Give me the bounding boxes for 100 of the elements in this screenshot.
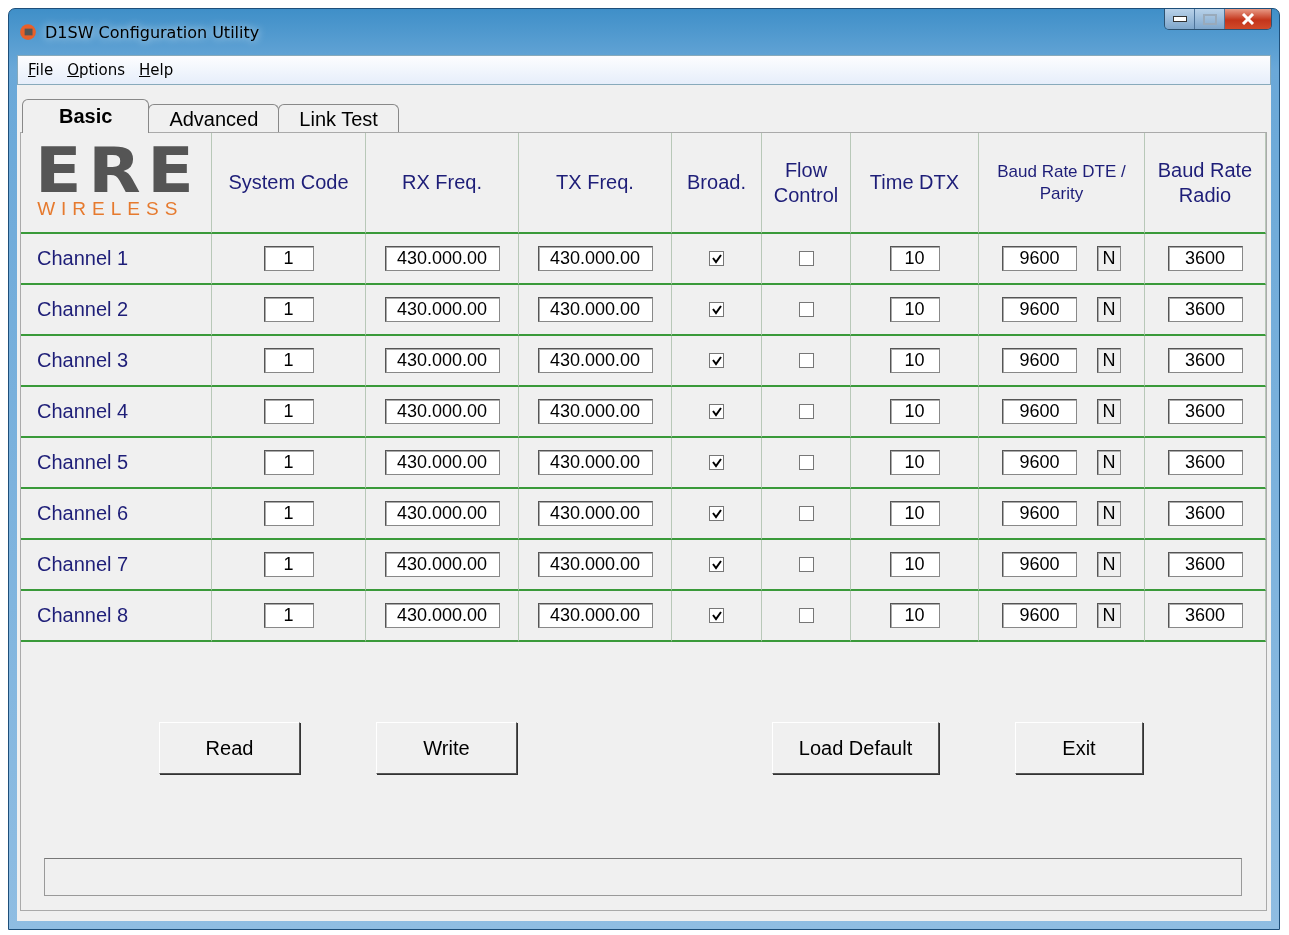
- input-field[interactable]: 9600: [1002, 246, 1077, 271]
- input-field[interactable]: 3600: [1167, 399, 1243, 424]
- parity-field[interactable]: N: [1097, 552, 1121, 577]
- action-button[interactable]: Load Default: [772, 722, 939, 774]
- checkbox[interactable]: [798, 455, 814, 470]
- channel-label: Channel 4: [37, 400, 129, 423]
- input-field[interactable]: 430.000.00: [537, 348, 653, 373]
- menu-item[interactable]: Options: [67, 61, 125, 79]
- checkbox[interactable]: [798, 251, 814, 266]
- input-field[interactable]: 3600: [1167, 552, 1243, 577]
- checkbox[interactable]: [709, 251, 724, 266]
- input-field[interactable]: 9600: [1002, 501, 1077, 526]
- input-field[interactable]: 3600: [1167, 348, 1243, 373]
- input-field[interactable]: 10: [889, 297, 940, 322]
- column-header: Broad.: [686, 170, 747, 195]
- checkbox[interactable]: [798, 302, 814, 317]
- input-field[interactable]: 430.000.00: [384, 399, 500, 424]
- column-header: TX Freq.: [555, 170, 635, 195]
- input-field[interactable]: 1: [263, 501, 314, 526]
- input-field[interactable]: 430.000.00: [537, 399, 653, 424]
- channel-label: Channel 5: [37, 451, 129, 474]
- checkbox[interactable]: [798, 404, 814, 419]
- input-field[interactable]: 430.000.00: [537, 450, 653, 475]
- input-field[interactable]: 430.000.00: [384, 246, 500, 271]
- input-field[interactable]: 430.000.00: [384, 552, 500, 577]
- channel-label: Channel 2: [37, 298, 129, 321]
- input-field[interactable]: 1: [263, 603, 314, 628]
- input-field[interactable]: 3600: [1167, 297, 1243, 322]
- column-header: Flow Control: [772, 157, 840, 208]
- input-field[interactable]: 3600: [1167, 246, 1243, 271]
- tab[interactable]: Link Test: [278, 104, 399, 133]
- channel-label: Channel 8: [37, 604, 129, 627]
- close-button[interactable]: [1225, 9, 1271, 29]
- column-header: System Code: [227, 170, 350, 195]
- input-field[interactable]: 3600: [1167, 450, 1243, 475]
- input-field[interactable]: 9600: [1002, 552, 1077, 577]
- close-icon: [1241, 13, 1255, 25]
- action-button[interactable]: Read: [159, 722, 300, 774]
- menu-item[interactable]: File: [28, 61, 54, 79]
- input-field[interactable]: 10: [889, 246, 940, 271]
- input-field[interactable]: 430.000.00: [537, 603, 653, 628]
- input-field[interactable]: 430.000.00: [537, 246, 653, 271]
- input-field[interactable]: 9600: [1002, 399, 1077, 424]
- checkbox[interactable]: [798, 557, 814, 572]
- input-field[interactable]: 1: [263, 348, 314, 373]
- input-field[interactable]: 3600: [1167, 603, 1243, 628]
- input-field[interactable]: 10: [889, 552, 940, 577]
- checkbox[interactable]: [709, 353, 724, 368]
- checkbox[interactable]: [709, 557, 724, 572]
- window-title: D1SW Configuration Utility: [45, 22, 260, 42]
- action-button[interactable]: Exit: [1015, 722, 1143, 774]
- column-header: Baud Rate DTE / Parity: [996, 161, 1127, 204]
- parity-field[interactable]: N: [1097, 399, 1121, 424]
- parity-field[interactable]: N: [1097, 246, 1121, 271]
- parity-field[interactable]: N: [1097, 603, 1121, 628]
- input-field[interactable]: 10: [889, 501, 940, 526]
- input-field[interactable]: 430.000.00: [384, 603, 500, 628]
- input-field[interactable]: 430.000.00: [384, 297, 500, 322]
- input-field[interactable]: 1: [263, 297, 314, 322]
- input-field[interactable]: 9600: [1002, 297, 1077, 322]
- input-field[interactable]: 430.000.00: [384, 348, 500, 373]
- checkbox[interactable]: [709, 404, 724, 419]
- input-field[interactable]: 430.000.00: [537, 501, 653, 526]
- input-field[interactable]: 1: [263, 450, 314, 475]
- input-field[interactable]: 430.000.00: [384, 450, 500, 475]
- input-field[interactable]: 430.000.00: [537, 552, 653, 577]
- channel-label: Channel 3: [37, 349, 129, 372]
- parity-field[interactable]: N: [1097, 450, 1121, 475]
- checkbox[interactable]: [798, 608, 814, 623]
- app-icon: [19, 23, 37, 41]
- column-header: Baud Rate Radio: [1156, 157, 1254, 208]
- channel-label: Channel 7: [37, 553, 129, 576]
- input-field[interactable]: 1: [263, 552, 314, 577]
- action-button[interactable]: Write: [376, 722, 517, 774]
- parity-field[interactable]: N: [1097, 501, 1121, 526]
- checkbox[interactable]: [709, 455, 724, 470]
- input-field[interactable]: 10: [889, 399, 940, 424]
- minimize-button[interactable]: [1165, 9, 1195, 29]
- channel-label: Channel 1: [37, 247, 129, 270]
- input-field[interactable]: 430.000.00: [384, 501, 500, 526]
- parity-field[interactable]: N: [1097, 297, 1121, 322]
- tab[interactable]: Basic: [22, 99, 150, 133]
- input-field[interactable]: 9600: [1002, 603, 1077, 628]
- input-field[interactable]: 10: [889, 348, 940, 373]
- menu-item[interactable]: Help: [139, 61, 174, 79]
- input-field[interactable]: 1: [263, 399, 314, 424]
- column-header: RX Freq.: [401, 170, 483, 195]
- checkbox[interactable]: [709, 506, 724, 521]
- input-field[interactable]: 1: [263, 246, 314, 271]
- input-field[interactable]: 430.000.00: [537, 297, 653, 322]
- input-field[interactable]: 9600: [1002, 450, 1077, 475]
- input-field[interactable]: 10: [889, 450, 940, 475]
- input-field[interactable]: 10: [889, 603, 940, 628]
- checkbox[interactable]: [709, 608, 724, 623]
- checkbox[interactable]: [798, 506, 814, 521]
- checkbox[interactable]: [798, 353, 814, 368]
- parity-field[interactable]: N: [1097, 348, 1121, 373]
- input-field[interactable]: 3600: [1167, 501, 1243, 526]
- input-field[interactable]: 9600: [1002, 348, 1077, 373]
- checkbox[interactable]: [709, 302, 724, 317]
